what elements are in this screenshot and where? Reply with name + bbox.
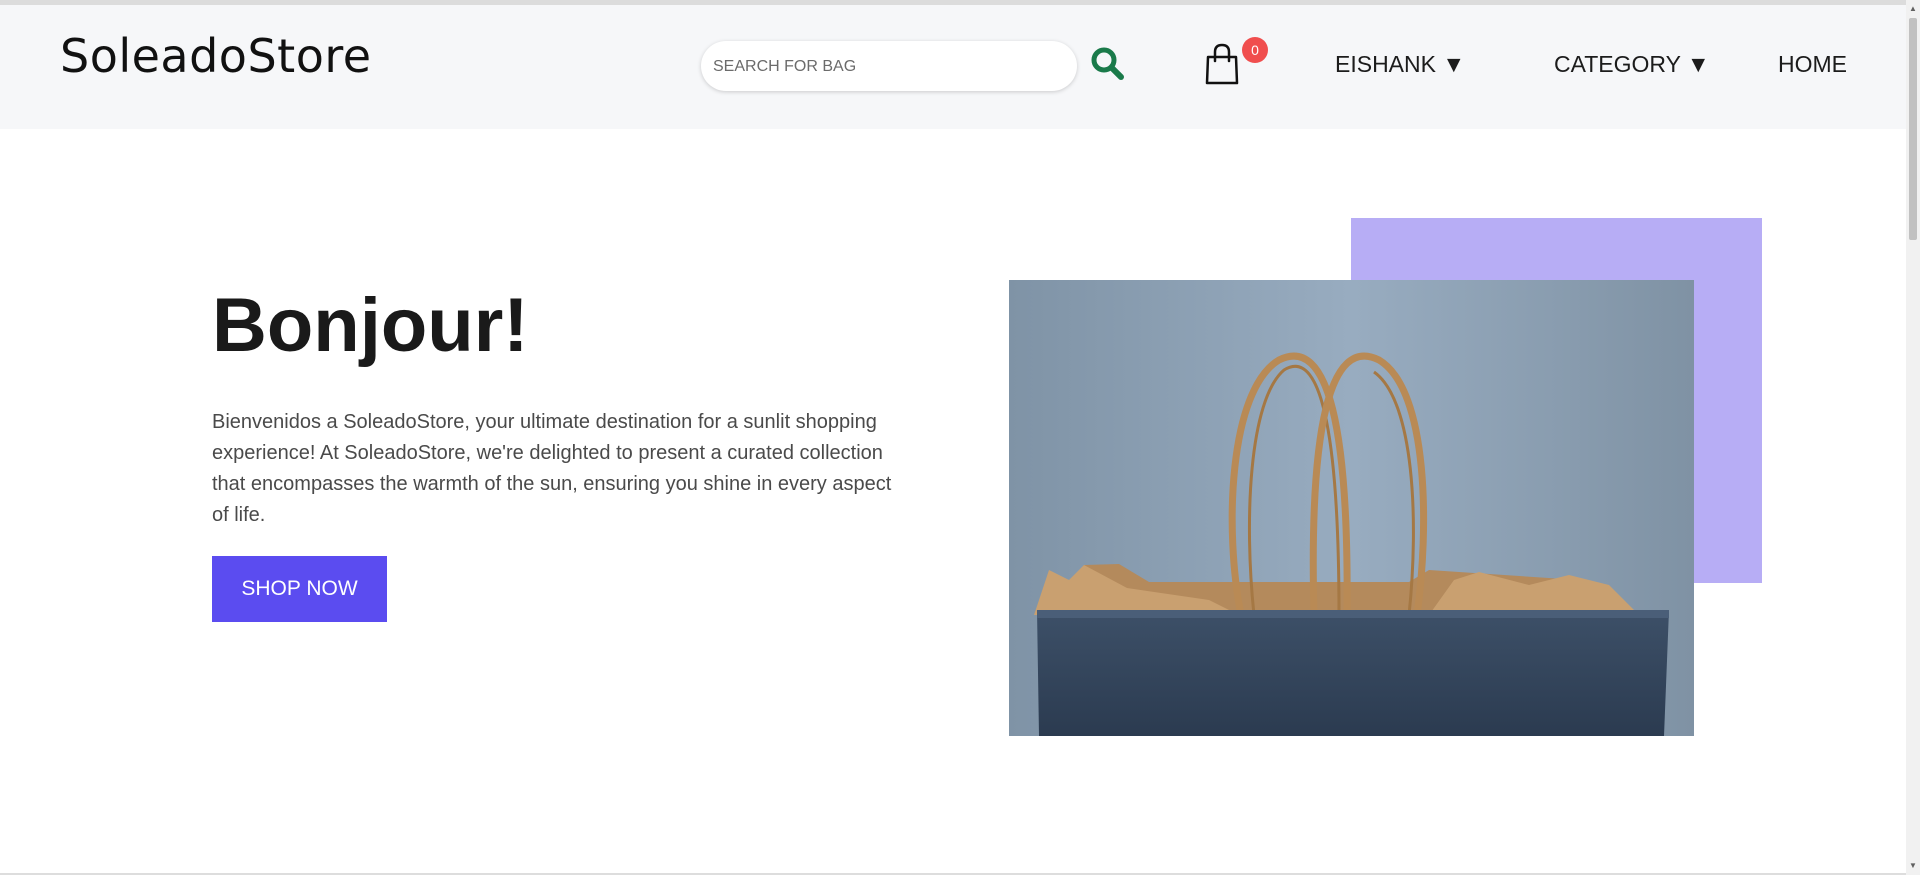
search-button[interactable] xyxy=(1090,46,1130,86)
shopping-bag-icon xyxy=(1205,43,1239,85)
hero-bag-image xyxy=(1009,280,1694,736)
nav-home-link[interactable]: HOME xyxy=(1778,51,1847,78)
site-logo[interactable]: SoleadoStore xyxy=(60,29,372,83)
shop-now-button[interactable]: SHOP NOW xyxy=(212,556,387,622)
scroll-down-icon[interactable]: ▼ xyxy=(1906,859,1920,873)
hero-title: Bonjour! xyxy=(212,283,529,368)
search-input[interactable] xyxy=(711,41,1065,93)
nav-user-dropdown[interactable]: EISHANK ▼ xyxy=(1335,51,1465,78)
cart-button[interactable]: 0 xyxy=(1204,37,1268,91)
cart-count-badge: 0 xyxy=(1242,37,1268,63)
scrollbar-thumb[interactable] xyxy=(1909,18,1917,240)
vertical-scrollbar[interactable]: ▲ ▼ xyxy=(1906,0,1920,875)
navbar: SoleadoStore 0 EISHANK ▼ CATEGORY ▼ HOME xyxy=(0,5,1906,129)
nav-category-dropdown[interactable]: CATEGORY ▼ xyxy=(1554,51,1710,78)
search-icon xyxy=(1091,47,1124,80)
hero-description: Bienvenidos a SoleadoStore, your ultimat… xyxy=(212,411,892,526)
search-box xyxy=(701,41,1077,93)
scroll-up-icon[interactable]: ▲ xyxy=(1906,2,1920,16)
